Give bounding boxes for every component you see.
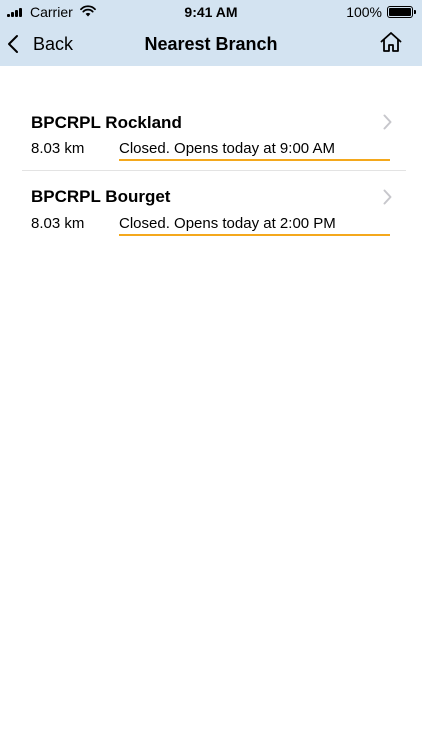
navigation-bar: Back Nearest Branch (0, 24, 422, 66)
page-title: Nearest Branch (144, 34, 278, 54)
home-icon[interactable] (379, 30, 403, 54)
chevron-right-icon (383, 189, 392, 205)
status-bar: Carrier 9:41 AM 100% (0, 0, 422, 24)
branch-row[interactable]: BPCRPL Bourget 8.03 km Closed. Opens tod… (0, 171, 422, 251)
branch-distance: 8.03 km (31, 140, 85, 157)
branch-distance: 8.03 km (31, 215, 85, 232)
branch-name: BPCRPL Rockland (31, 113, 182, 132)
chevron-right-icon (383, 114, 392, 130)
header: Carrier 9:41 AM 100% Back Nearest Branch (0, 0, 422, 66)
branch-hours-status: Closed. Opens today at 9:00 AM (119, 140, 390, 161)
battery-percentage: 100% (346, 4, 382, 20)
branch-hours-status: Closed. Opens today at 2:00 PM (119, 215, 390, 236)
branch-list: BPCRPL Rockland 8.03 km Closed. Opens to… (0, 66, 422, 251)
battery-icon (387, 6, 416, 18)
branch-row[interactable]: BPCRPL Rockland 8.03 km Closed. Opens to… (0, 104, 422, 171)
branch-name: BPCRPL Bourget (31, 187, 171, 206)
